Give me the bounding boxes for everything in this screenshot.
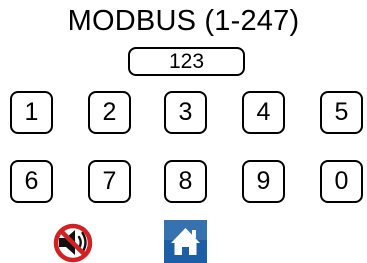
key-8[interactable]: 8 (164, 160, 207, 203)
home-icon (164, 220, 207, 263)
page-title: MODBUS (1-247) (67, 5, 300, 37)
key-2[interactable]: 2 (88, 91, 131, 134)
key-6[interactable]: 6 (10, 160, 53, 203)
key-3[interactable]: 3 (164, 91, 207, 134)
key-4[interactable]: 4 (242, 91, 285, 134)
key-5[interactable]: 5 (320, 91, 363, 134)
home-button[interactable] (164, 220, 207, 263)
key-0[interactable]: 0 (320, 160, 363, 203)
speaker-muted-icon (53, 223, 93, 263)
key-1[interactable]: 1 (10, 91, 53, 134)
modbus-address-display: 123 (128, 47, 245, 76)
key-7[interactable]: 7 (88, 160, 131, 203)
mute-button[interactable] (50, 222, 96, 263)
key-9[interactable]: 9 (242, 160, 285, 203)
